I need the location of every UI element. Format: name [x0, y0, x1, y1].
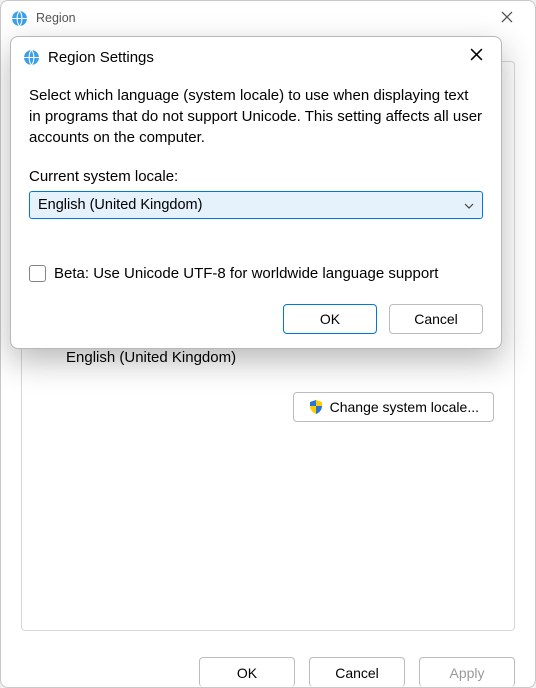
change-locale-row: Change system locale... — [42, 392, 494, 422]
modal-description: Select which language (system locale) to… — [29, 85, 483, 148]
parent-ok-button[interactable]: OK — [199, 657, 295, 687]
globe-icon — [23, 49, 40, 66]
beta-utf8-label: Beta: Use Unicode UTF-8 for worldwide la… — [54, 265, 438, 282]
parent-cancel-button[interactable]: Cancel — [309, 657, 405, 687]
close-icon — [501, 10, 513, 27]
beta-utf8-row: Beta: Use Unicode UTF-8 for worldwide la… — [29, 265, 483, 282]
parent-titlebar: Region — [1, 1, 535, 35]
beta-utf8-checkbox[interactable] — [29, 265, 46, 282]
change-system-locale-button[interactable]: Change system locale... — [293, 392, 494, 422]
modal-cancel-label: Cancel — [414, 311, 458, 327]
modal-body: Select which language (system locale) to… — [11, 77, 501, 282]
uac-shield-icon — [308, 399, 324, 415]
modal-button-row: OK Cancel — [11, 304, 501, 334]
chevron-down-icon — [464, 198, 474, 212]
close-icon — [470, 48, 483, 66]
modal-ok-label: OK — [320, 311, 340, 327]
locale-combobox[interactable]: English (United Kingdom) — [29, 191, 483, 219]
non-unicode-current-language: English (United Kingdom) — [66, 349, 494, 366]
globe-icon — [11, 10, 28, 27]
parent-window-title: Region — [36, 11, 485, 25]
modal-title: Region Settings — [48, 49, 457, 66]
parent-cancel-label: Cancel — [335, 665, 379, 681]
parent-apply-button[interactable]: Apply — [419, 657, 515, 687]
change-system-locale-label: Change system locale... — [330, 399, 479, 415]
locale-combobox-value: English (United Kingdom) — [38, 197, 202, 213]
parent-ok-label: OK — [237, 665, 257, 681]
region-settings-dialog: Region Settings Select which language (s… — [10, 36, 502, 349]
modal-titlebar: Region Settings — [11, 37, 501, 77]
modal-close-button[interactable] — [457, 42, 495, 72]
modal-cancel-button[interactable]: Cancel — [389, 304, 483, 334]
locale-combobox-label: Current system locale: — [29, 168, 483, 185]
parent-bottom-buttons: OK Cancel Apply — [199, 657, 515, 687]
parent-apply-label: Apply — [449, 665, 484, 681]
modal-ok-button[interactable]: OK — [283, 304, 377, 334]
parent-close-button[interactable] — [485, 3, 529, 33]
